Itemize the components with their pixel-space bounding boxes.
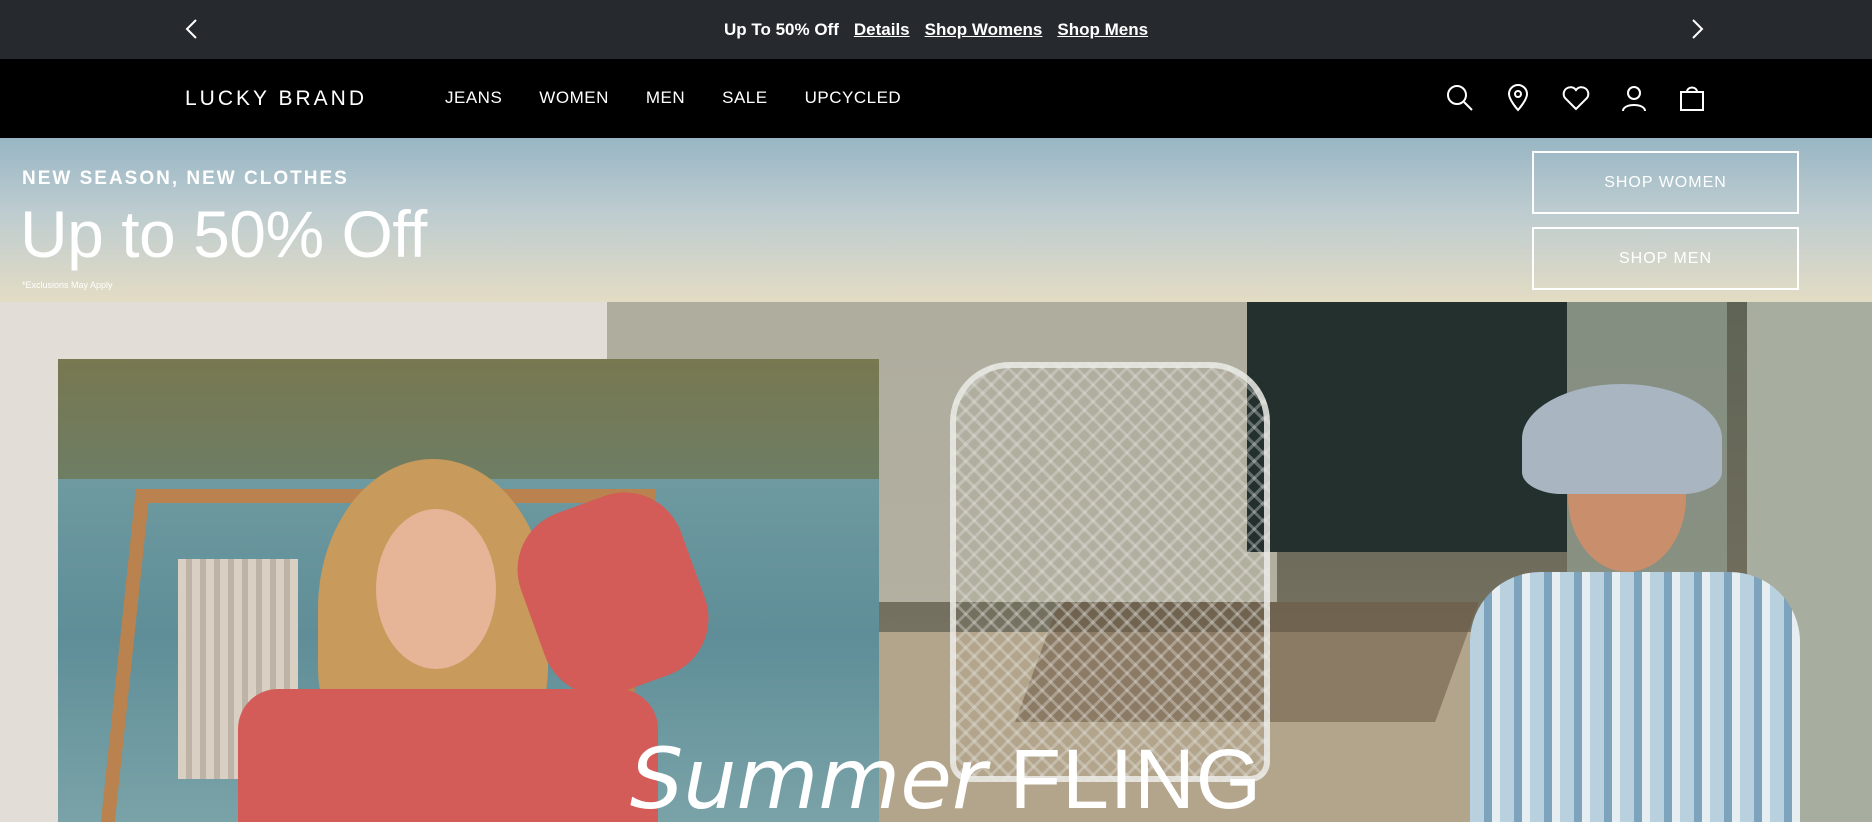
chevron-right-icon[interactable] bbox=[1683, 14, 1713, 44]
chevron-left-icon[interactable] bbox=[176, 14, 206, 44]
brand-logo[interactable]: LUCKY BRAND bbox=[185, 87, 367, 111]
promo-text: Up To 50% Off bbox=[723, 19, 839, 39]
sale-fine-print: *Exclusions May Apply bbox=[22, 280, 113, 290]
hero-title-caps: FLING bbox=[1009, 732, 1263, 822]
sale-banner: NEW SEASON, NEW CLOTHES Up to 50% Off *E… bbox=[0, 138, 1872, 302]
nav-item-sale[interactable]: SALE bbox=[722, 88, 767, 108]
hero-man-image bbox=[1470, 572, 1800, 822]
hero-banner[interactable]: Summer FLING bbox=[0, 302, 1872, 822]
location-pin-icon[interactable] bbox=[1501, 81, 1535, 115]
account-icon[interactable] bbox=[1617, 81, 1651, 115]
hero-title: Summer FLING bbox=[630, 737, 1262, 821]
shop-men-button[interactable]: SHOP MEN bbox=[1532, 227, 1799, 290]
site-header: LUCKY BRAND JEANS WOMEN MEN SALE UPCYCLE… bbox=[0, 59, 1872, 138]
main-nav: JEANS WOMEN MEN SALE UPCYCLED bbox=[445, 88, 901, 108]
shop-women-button[interactable]: SHOP WOMEN bbox=[1532, 151, 1799, 214]
promo-bar: Up To 50% Off Details Shop Womens Shop M… bbox=[0, 0, 1872, 59]
nav-item-upcycled[interactable]: UPCYCLED bbox=[805, 88, 902, 108]
sale-headline: Up to 50% Off bbox=[20, 197, 427, 271]
header-icons bbox=[1443, 81, 1709, 115]
heart-icon[interactable] bbox=[1559, 81, 1593, 115]
shopping-bag-icon[interactable] bbox=[1675, 81, 1709, 115]
promo-shop-womens-link[interactable]: Shop Womens bbox=[925, 20, 1043, 40]
nav-item-men[interactable]: MEN bbox=[646, 88, 685, 108]
promo-shop-mens-link[interactable]: Shop Mens bbox=[1057, 20, 1148, 40]
hero-title-script: Summer bbox=[630, 730, 987, 822]
nav-item-jeans[interactable]: JEANS bbox=[445, 88, 502, 108]
sale-kicker: NEW SEASON, NEW CLOTHES bbox=[22, 168, 349, 189]
promo-details-link[interactable]: Details bbox=[854, 20, 910, 40]
promo-content: Up To 50% Off Details Shop Womens Shop M… bbox=[724, 20, 1148, 40]
hero-mesh-chair-image bbox=[950, 362, 1270, 782]
search-icon[interactable] bbox=[1443, 81, 1477, 115]
nav-item-women[interactable]: WOMEN bbox=[539, 88, 609, 108]
